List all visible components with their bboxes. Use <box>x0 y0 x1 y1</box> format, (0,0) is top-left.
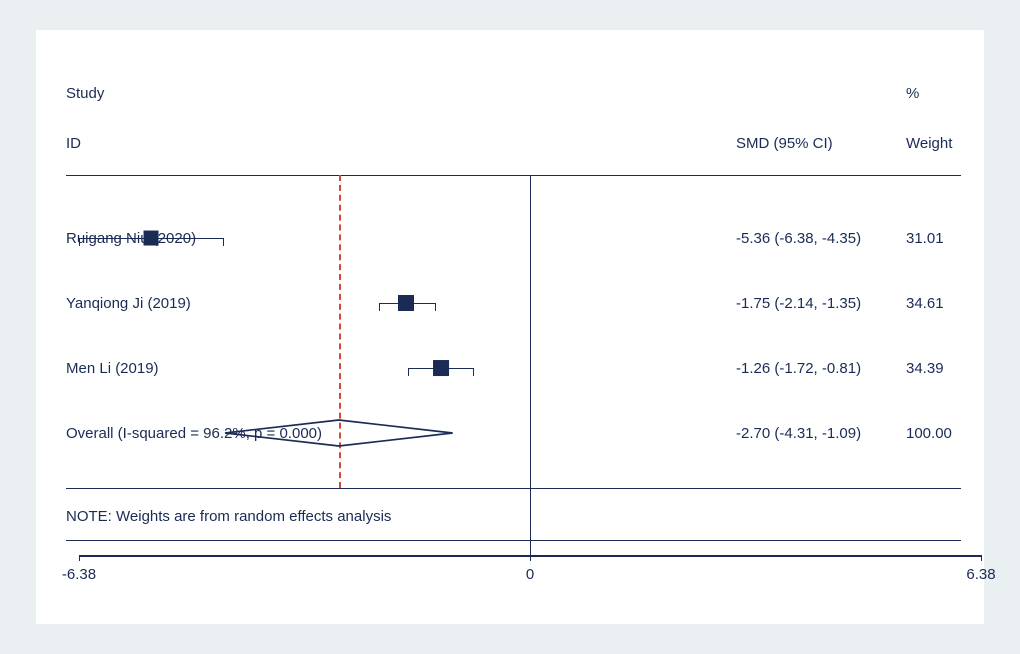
study-effect: -1.75 (-2.14, -1.35) <box>736 295 861 312</box>
study-effect: -1.26 (-1.72, -0.81) <box>736 360 861 377</box>
ci-cap <box>79 238 80 246</box>
study-effect: -5.36 (-6.38, -4.35) <box>736 230 861 247</box>
header-id: ID <box>66 135 81 152</box>
point-estimate <box>398 295 414 311</box>
forest-plot: Study ID SMD (95% CI) % Weight Ruigang N… <box>36 30 984 624</box>
header-weight: Weight <box>906 135 952 152</box>
header-effect: SMD (95% CI) <box>736 135 833 152</box>
overall-weight: 100.00 <box>906 425 952 442</box>
header-pct: % <box>906 85 919 102</box>
note: NOTE: Weights are from random effects an… <box>66 508 391 525</box>
point-estimate <box>144 231 159 246</box>
hr-top <box>66 175 961 176</box>
zero-line <box>530 175 531 555</box>
overall-effect: -2.70 (-4.31, -1.09) <box>736 425 861 442</box>
header-study: Study <box>66 85 104 102</box>
study-label: Yanqiong Ji (2019) <box>66 295 191 312</box>
study-weight: 34.61 <box>906 295 944 312</box>
ci-cap <box>435 303 436 311</box>
tick-mark <box>981 555 982 561</box>
overall-diamond <box>223 418 455 448</box>
tick-mark <box>79 555 80 561</box>
ci-cap <box>473 368 474 376</box>
ci-cap <box>408 368 409 376</box>
study-weight: 34.39 <box>906 360 944 377</box>
study-label: Men Li (2019) <box>66 360 159 377</box>
study-weight: 31.01 <box>906 230 944 247</box>
point-estimate <box>433 360 449 376</box>
x-tick: -6.38 <box>62 566 96 583</box>
ci-cap <box>223 238 224 246</box>
ci-cap <box>379 303 380 311</box>
x-tick: 0 <box>526 566 534 583</box>
x-tick: 6.38 <box>966 566 995 583</box>
hr-mid <box>66 488 961 489</box>
hr-bot <box>66 540 961 541</box>
tick-mark <box>530 555 531 561</box>
